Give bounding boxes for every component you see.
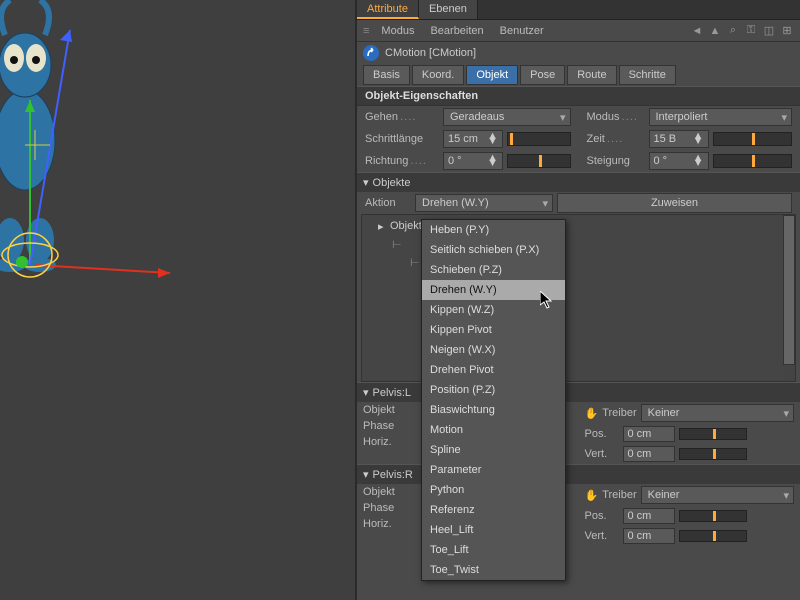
subtab-route[interactable]: Route: [567, 65, 616, 85]
section-objekt-eigenschaften: Objekt-Eigenschaften: [357, 86, 800, 106]
tree-item-objekt[interactable]: Objekt: [390, 220, 422, 232]
label-gehen: Gehen: [365, 111, 439, 123]
dropdown-treiber-p2[interactable]: Keiner: [641, 486, 794, 504]
menu-modus[interactable]: Modus: [373, 22, 422, 40]
slider-vert-p2[interactable]: [679, 530, 747, 542]
object-title: CMotion [CMotion]: [385, 47, 476, 59]
subtab-schritte[interactable]: Schritte: [619, 65, 676, 85]
tab-ebenen[interactable]: Ebenen: [419, 0, 478, 19]
subtab-objekt[interactable]: Objekt: [466, 65, 518, 85]
label-vert-p1: Vert.: [585, 448, 619, 460]
hand-icon: ✋: [585, 407, 599, 420]
popup-item[interactable]: Position (P.Z): [422, 380, 565, 400]
chevron-down-icon: ▾: [363, 176, 369, 189]
field-pos-p2[interactable]: 0 cm: [623, 508, 675, 524]
slider-pos-p1[interactable]: [679, 428, 747, 440]
popup-item[interactable]: Seitlich schieben (P.X): [422, 240, 565, 260]
label-richtung: Richtung: [365, 155, 439, 167]
label-aktion: Aktion: [365, 197, 411, 209]
popup-item[interactable]: Drehen (W.Y): [422, 280, 565, 300]
popup-item[interactable]: Drehen Pivot: [422, 360, 565, 380]
label-pos-p2: Pos.: [585, 510, 619, 522]
view2-icon[interactable]: ⊞: [780, 24, 794, 38]
subtab-pose[interactable]: Pose: [520, 65, 565, 85]
popup-item[interactable]: Kippen (W.Z): [422, 300, 565, 320]
label-phase-p1: Phase: [363, 420, 407, 432]
chevron-down-icon: ▾: [363, 468, 369, 481]
label-objekt-p2: Objekt: [363, 486, 407, 498]
field-richtung[interactable]: 0 °▲▼: [443, 152, 503, 170]
slider-vert-p1[interactable]: [679, 448, 747, 460]
slider-richtung[interactable]: [507, 154, 571, 168]
label-phase-p2: Phase: [363, 502, 407, 514]
field-pos-p1[interactable]: 0 cm: [623, 426, 675, 442]
dropdown-modus[interactable]: Interpoliert: [649, 108, 793, 126]
popup-item[interactable]: Kippen Pivot: [422, 320, 565, 340]
lock-icon[interactable]: ⚿: [744, 24, 758, 38]
label-vert-p2: Vert.: [585, 530, 619, 542]
chevron-down-icon: ▾: [363, 386, 369, 399]
menu-bearbeiten[interactable]: Bearbeiten: [422, 22, 491, 40]
field-steigung[interactable]: 0 °▲▼: [649, 152, 709, 170]
popup-item[interactable]: Parameter: [422, 460, 565, 480]
popup-item[interactable]: Motion: [422, 420, 565, 440]
popup-item[interactable]: Heel_Lift: [422, 520, 565, 540]
dropdown-treiber-p1[interactable]: Keiner: [641, 404, 794, 422]
group-objekte[interactable]: ▾Objekte: [357, 172, 800, 192]
label-treiber-p2: Treiber: [602, 489, 636, 501]
slider-pos-p2[interactable]: [679, 510, 747, 522]
popup-item[interactable]: Schieben (P.Z): [422, 260, 565, 280]
subtab-basis[interactable]: Basis: [363, 65, 410, 85]
slider-zeit[interactable]: [713, 132, 793, 146]
field-vert-p2[interactable]: 0 cm: [623, 528, 675, 544]
label-steigung: Steigung: [587, 155, 645, 167]
panel-menubar: ≡ Modus Bearbeiten Benutzer ◄ ▲ ⌕ ⚿ ◫ ⊞: [357, 20, 800, 42]
dropdown-popup-aktion: Heben (P.Y)Seitlich schieben (P.X)Schieb…: [421, 219, 566, 581]
label-modus: Modus: [587, 111, 645, 123]
tree-connector-icon: ⊢: [392, 238, 402, 251]
popup-item[interactable]: Toe_Lift: [422, 540, 565, 560]
popup-item[interactable]: Spline: [422, 440, 565, 460]
label-treiber-p1: Treiber: [602, 407, 636, 419]
slider-steigung[interactable]: [713, 154, 793, 168]
label-horiz-p1: Horiz.: [363, 436, 407, 448]
slider-schrittlaenge[interactable]: [507, 132, 571, 146]
tab-attribute[interactable]: Attribute: [357, 0, 419, 19]
dropdown-aktion[interactable]: Drehen (W.Y): [415, 194, 553, 212]
label-schrittlaenge: Schrittlänge: [365, 133, 439, 145]
popup-item[interactable]: Biaswichtung: [422, 400, 565, 420]
btn-zuweisen[interactable]: Zuweisen: [557, 193, 792, 213]
label-pos-p1: Pos.: [585, 428, 619, 440]
menu-benutzer[interactable]: Benutzer: [492, 22, 552, 40]
viewport-gizmos: [0, 0, 355, 600]
subtabs: Basis Koord. Objekt Pose Route Schritte: [357, 64, 800, 86]
panel-tabbar: Attribute Ebenen: [357, 0, 800, 20]
field-zeit[interactable]: 15 B▲▼: [649, 130, 709, 148]
tree-scrollbar[interactable]: [783, 215, 795, 381]
label-horiz-p2: Horiz.: [363, 518, 407, 530]
popup-item[interactable]: Heben (P.Y): [422, 220, 565, 240]
search-icon[interactable]: ⌕: [726, 24, 740, 38]
popup-item[interactable]: Neigen (W.X): [422, 340, 565, 360]
tree-icon: ⊢: [410, 256, 420, 269]
arrow-up-icon[interactable]: ▲: [708, 24, 722, 38]
menu-thumb-icon: ≡: [363, 25, 373, 37]
label-zeit: Zeit: [587, 133, 645, 145]
cmotion-icon: [363, 45, 379, 61]
label-objekt-p1: Objekt: [363, 404, 407, 416]
object-header: CMotion [CMotion]: [357, 42, 800, 64]
popup-item[interactable]: Referenz: [422, 500, 565, 520]
subtab-koord[interactable]: Koord.: [412, 65, 464, 85]
tree-expand-icon[interactable]: ▸: [378, 220, 386, 233]
viewport-3d[interactable]: [0, 0, 355, 600]
dropdown-gehen[interactable]: Geradeaus: [443, 108, 571, 126]
popup-item[interactable]: Toe_Twist: [422, 560, 565, 580]
field-vert-p1[interactable]: 0 cm: [623, 446, 675, 462]
view1-icon[interactable]: ◫: [762, 24, 776, 38]
history-back-icon[interactable]: ◄: [690, 24, 704, 38]
hand-icon: ✋: [585, 489, 599, 502]
popup-item[interactable]: Python: [422, 480, 565, 500]
field-schrittlaenge[interactable]: 15 cm▲▼: [443, 130, 503, 148]
